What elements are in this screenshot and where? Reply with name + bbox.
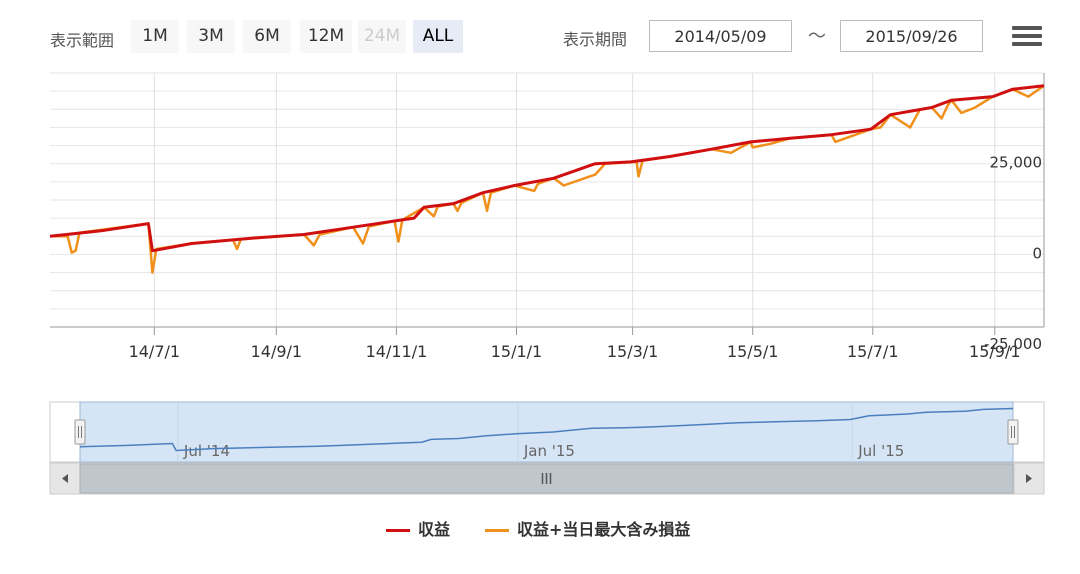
series-line-profit	[49, 84, 1045, 253]
x-tick-label: 14/9/1	[251, 342, 303, 361]
y-tick-label: -25,000	[984, 335, 1042, 353]
navigator-handle-left[interactable]	[74, 419, 86, 445]
x-tick-label: 15/1/1	[491, 342, 543, 361]
y-tick-label: 25,000	[990, 154, 1043, 172]
x-tick-label: 15/3/1	[607, 342, 659, 361]
x-tick-label: 15/5/1	[727, 342, 779, 361]
navigator-tick-label: Jul '15	[857, 442, 904, 460]
chart-svg: 14/7/1 14/9/1 14/11/1 15/1/1 15/3/1 15/5/1 15/…	[49, 72, 1045, 495]
legend-swatch-profit	[386, 529, 410, 532]
legend-item-floating[interactable]: 収益+当日最大含み損益	[517, 516, 690, 544]
x-tick-label: 14/11/1	[366, 342, 428, 361]
x-tick-label: 14/7/1	[129, 342, 181, 361]
y-tick-label: 0	[1032, 244, 1042, 262]
navigator-handle-right[interactable]	[1007, 419, 1019, 445]
legend-item-profit[interactable]: 収益	[418, 516, 450, 544]
chart-container: 表示範囲 1M 3M 6M 12M 24M ALL 表示期間 ～ 14/7/11…	[0, 0, 1080, 574]
x-tick-label: 15/7/1	[847, 342, 899, 361]
navigator-tick-label: Jul '14	[183, 442, 230, 460]
legend: 収益 収益+当日最大含み損益	[0, 516, 1080, 544]
navigator-tick-label: Jan '15	[523, 442, 575, 460]
legend-swatch-floating	[485, 529, 509, 532]
